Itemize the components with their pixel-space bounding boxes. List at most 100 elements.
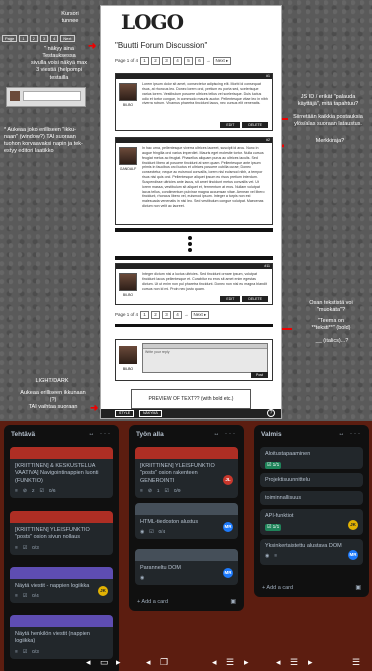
back-icon[interactable]: ◂: [146, 657, 151, 668]
back-icon[interactable]: ◂: [276, 657, 281, 668]
checklist-icon: ☑: [22, 594, 28, 600]
board-card[interactable]: Näytä viestit - nappien logiikka ≡ ☑ 0/4 J…: [10, 567, 113, 604]
window-icon[interactable]: ▭: [100, 657, 109, 668]
edit-button[interactable]: EDIT: [220, 122, 241, 128]
board-card[interactable]: [KRIITTINEN] YLEISFUNKTIO "posts" osion …: [10, 511, 113, 555]
post-body: In hac urna, pellentesque viverra ultric…: [142, 146, 265, 209]
back-icon[interactable]: ◂: [212, 657, 217, 668]
view-toggle-button[interactable]: NÄKYMÄ: [139, 410, 162, 417]
arrow-right-icon: →: [184, 312, 189, 317]
back-icon[interactable]: ◂: [86, 657, 91, 668]
template-icon[interactable]: ▣: [230, 598, 236, 605]
member-avatar[interactable]: MR: [223, 522, 233, 532]
watch-icon: ◉: [140, 530, 145, 536]
member-avatar[interactable]: JK: [98, 586, 108, 596]
page-footer: STYLE NÄKYMÄ ?: [101, 409, 281, 418]
note-js-id: JS ID / erikät "palauda käyttäjä", mitä …: [297, 94, 359, 108]
member-avatar[interactable]: MR: [223, 568, 233, 578]
note-osan-teksti: Osan tekstistä voi "muokata"?: [309, 300, 353, 314]
card-title: Näytä henkilön viestit (nappien logiikka…: [15, 631, 90, 645]
page-button-5[interactable]: 5: [184, 56, 194, 65]
page-button-4[interactable]: 4: [173, 310, 183, 319]
mini-page-3[interactable]: 3: [39, 35, 49, 42]
help-icon[interactable]: ?: [267, 409, 275, 417]
column-title: Valmis: [261, 430, 282, 438]
attachment-count: 1: [156, 489, 160, 495]
board-card[interactable]: [KRIITTINEN] & KESKUSTELUA VAATIVA] Navi…: [10, 447, 113, 499]
mini-page-4[interactable]: 4: [50, 35, 59, 42]
mini-page-next[interactable]: Next: [60, 35, 75, 42]
board-card[interactable]: [KRIITTINEN] YLEISFUNKTIO "posts" osion …: [135, 447, 238, 499]
style-toggle-button[interactable]: STYLE: [115, 410, 135, 417]
checklist-count: 0/6: [48, 489, 56, 495]
next-page-button[interactable]: Next ▸: [190, 310, 210, 319]
page-button-3[interactable]: 3: [162, 310, 172, 319]
page-button-6[interactable]: 6: [195, 56, 205, 65]
post-id: #2: [116, 138, 272, 143]
forward-icon[interactable]: ▸: [308, 657, 313, 668]
board-card[interactable]: Yksinkertaistettu alustava DOM ◉ ≡ MR: [260, 539, 363, 565]
add-card-button[interactable]: + Add a card: [262, 585, 293, 591]
mini-page-1[interactable]: 1: [19, 35, 28, 42]
arrow-right-icon: →: [206, 58, 211, 63]
card-title: Aloitustapaaminen: [265, 451, 311, 457]
delete-button[interactable]: DELETE: [242, 296, 268, 302]
attachment-icon: ⊘: [22, 489, 27, 495]
checklist-icon: ☑: [149, 530, 154, 536]
forum-post: #1 BILBO Lorem ipsum dolor sit amet, con…: [115, 73, 273, 131]
divider: [115, 228, 273, 232]
post-button[interactable]: Post: [250, 372, 268, 378]
note-light-dark: LIGHT/DARK: [35, 378, 69, 384]
forward-icon[interactable]: ▸: [116, 657, 121, 668]
page-button-2[interactable]: 2: [151, 310, 161, 319]
forward-icon[interactable]: ▸: [244, 657, 249, 668]
mini-reply-input[interactable]: [23, 91, 81, 101]
board-card[interactable]: Projektisuunnittelu: [260, 473, 363, 487]
pager-label: Page 1 of 4: [115, 58, 139, 63]
reply-editor: BILBO Write your reply Post: [115, 339, 273, 381]
menu-icon[interactable]: ☰: [226, 657, 234, 668]
pagination-bottom: Page 1 of 4 1 2 3 4 → Next ▸: [115, 310, 210, 319]
column-menu-icon[interactable]: ↔ ···: [88, 431, 112, 437]
checklist-icon: ☑: [22, 545, 28, 551]
member-avatar[interactable]: JK: [348, 520, 358, 530]
page-button-4[interactable]: 4: [173, 56, 183, 65]
board-card[interactable]: HTML-tiedoston alustus ◉ ☑ 0/4 MR: [135, 503, 238, 540]
template-icon[interactable]: ▣: [355, 584, 361, 591]
menu-icon[interactable]: ☰: [352, 657, 360, 668]
page-button-1[interactable]: 1: [140, 56, 150, 65]
ellipsis-dot: [188, 236, 192, 240]
card-cover: [10, 567, 113, 579]
column-menu-icon[interactable]: ↔ ···: [213, 431, 237, 437]
column-menu-icon[interactable]: ↔ ···: [338, 431, 362, 437]
page-button-2[interactable]: 2: [151, 56, 161, 65]
board-column-tehtava: Tehtävä ↔ ··· [KRIITTINEN] & KESKUSTELUA…: [4, 425, 119, 671]
menu-icon[interactable]: ☰: [290, 657, 298, 668]
board-card[interactable]: API-funktiot ☑ 1/1 JK: [260, 509, 363, 535]
delete-button[interactable]: DELETE: [242, 122, 268, 128]
description-icon: ≡: [15, 489, 18, 495]
member-avatar[interactable]: JL: [223, 475, 233, 485]
mini-page-2[interactable]: 2: [29, 35, 38, 42]
card-title: API-funktiot: [265, 513, 294, 519]
avatar: [10, 91, 20, 101]
post-body: Lorem ipsum dolor sit amet, consectetur …: [142, 82, 268, 106]
board-card[interactable]: toiminnallisuus: [260, 491, 363, 505]
mini-page-prev[interactable]: Page: [2, 35, 18, 42]
ellipsis-dot: [188, 242, 192, 246]
card-cover: [10, 447, 113, 459]
reply-textarea[interactable]: Write your reply: [142, 343, 268, 373]
copy-icon[interactable]: ❐: [160, 657, 168, 668]
add-card-button[interactable]: + Add a card: [137, 599, 168, 605]
checklist-icon: ☑: [39, 489, 44, 495]
post-body: Integer dictum nisi a luctus ultricies. …: [142, 272, 267, 291]
arrow-icon: ➜: [90, 403, 99, 414]
edit-button[interactable]: EDIT: [220, 296, 241, 302]
member-avatar[interactable]: MR: [348, 550, 358, 560]
next-page-button[interactable]: Next ▸: [212, 56, 232, 65]
page-button-1[interactable]: 1: [140, 310, 150, 319]
post-username: BILBO: [122, 293, 134, 297]
board-card[interactable]: Paranneltu DOM ◉ MR: [135, 549, 238, 586]
page-button-3[interactable]: 3: [162, 56, 172, 65]
board-card[interactable]: Aloitustapaaminen ☑ 1/1: [260, 447, 363, 469]
